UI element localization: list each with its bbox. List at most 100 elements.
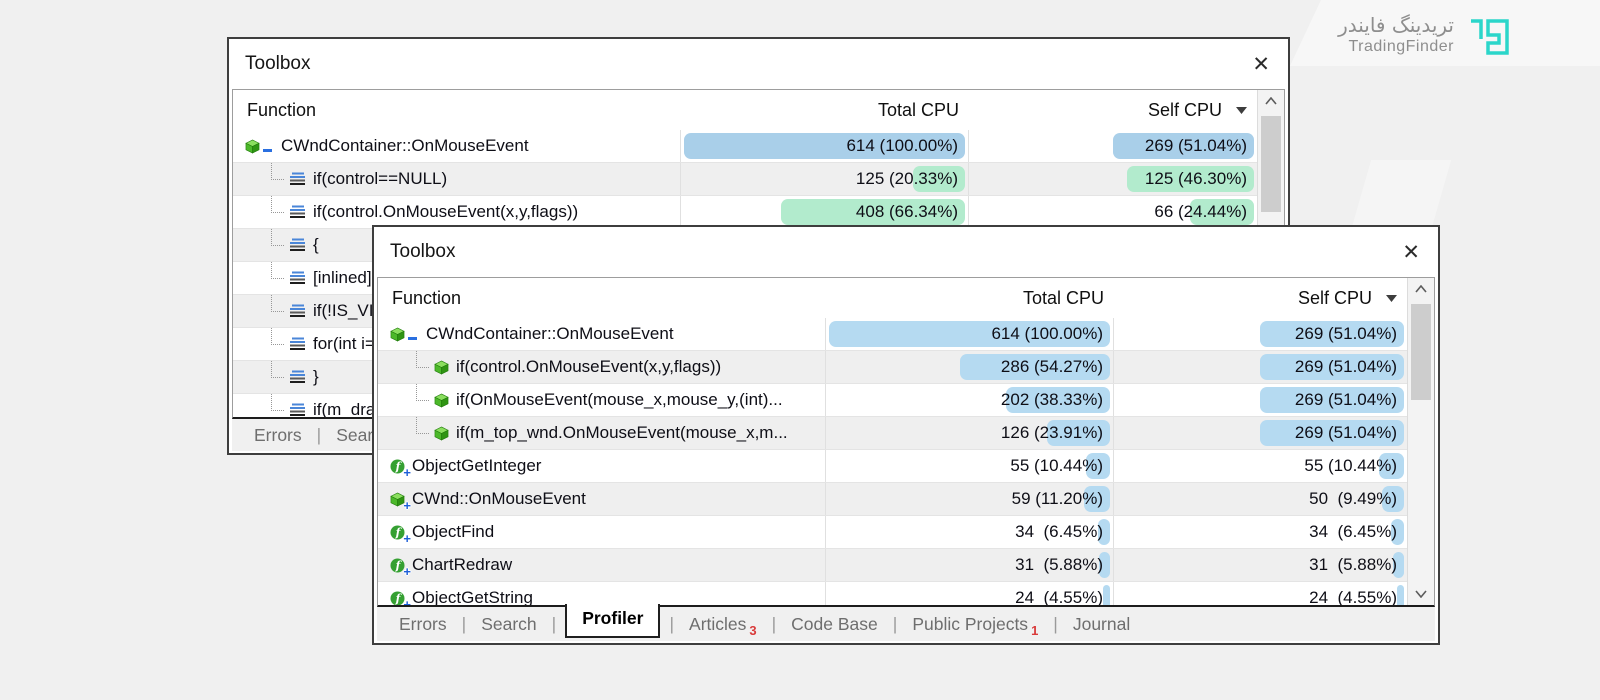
self-cpu-value: 34 (6.45%) (1309, 516, 1397, 548)
underscore-mark-icon (263, 149, 272, 152)
scrollbar-thumb[interactable] (1261, 116, 1281, 212)
function-row[interactable]: +CWnd::OnMouseEvent 59 (11.20%) 50 (9.49%) (378, 483, 1407, 516)
self-cpu-value: 66 (24.44%) (1154, 196, 1247, 228)
column-header-total-cpu[interactable]: Total CPU (826, 288, 1114, 309)
function-row[interactable]: CWndContainer::OnMouseEvent614 (100.00%)… (233, 130, 1257, 163)
function-name-cell: if(OnMouseEvent(mouse_x,mouse_y,(int)... (378, 384, 826, 416)
scroll-down-icon[interactable] (1408, 583, 1434, 605)
self-cpu-value: 125 (46.30%) (1145, 163, 1247, 195)
function-row[interactable]: f+ChartRedraw31 (5.88%)31 (5.88%) (378, 549, 1407, 582)
total-cpu-cell: 125 (20.33%) (681, 163, 969, 195)
tree-connector (416, 384, 429, 401)
column-header-function[interactable]: Function (378, 288, 826, 309)
function-icon: f+ (390, 558, 405, 573)
close-icon[interactable]: ✕ (1252, 54, 1270, 75)
class-icon (434, 360, 449, 375)
function-name: CWndContainer::OnMouseEvent (426, 324, 674, 344)
close-icon[interactable]: ✕ (1402, 242, 1420, 263)
tab-public-projects[interactable]: Public Projects1 (906, 612, 1044, 637)
statement-icon (289, 205, 306, 219)
tab-articles[interactable]: Articles3 (683, 612, 763, 637)
total-cpu-value: 614 (100.00%) (846, 130, 958, 162)
total-cpu-cell: 55 (10.44%) (826, 450, 1114, 482)
self-cpu-cell: 31 (5.88%) (1114, 549, 1407, 581)
self-cpu-value: 55 (10.44%) (1304, 450, 1397, 482)
logo-text-fa: تریدینگ فایندر (1338, 13, 1454, 37)
function-name-cell: if(control.OnMouseEvent(x,y,flags)) (378, 351, 826, 383)
function-icon: f+ (390, 591, 405, 606)
tree-connector (271, 295, 284, 312)
column-header-total-cpu[interactable]: Total CPU (681, 100, 969, 121)
self-cpu-value: 50 (9.49%) (1309, 483, 1397, 515)
total-cpu-cell: 24 (4.55%) (826, 582, 1114, 605)
function-row[interactable]: f+ObjectGetString24 (4.55%)24 (4.55%) (378, 582, 1407, 605)
function-row[interactable]: if(m_top_wnd.OnMouseEvent(mouse_x,m...12… (378, 417, 1407, 450)
plus-overlay-icon: + (403, 532, 411, 545)
function-name-cell: if(control==NULL) (233, 163, 681, 195)
plus-overlay-icon: + (403, 466, 411, 479)
tab-separator: | (317, 425, 322, 446)
window-title: Toolbox (245, 53, 311, 75)
column-header-function[interactable]: Function (233, 100, 681, 121)
function-row[interactable]: f+ObjectGetInteger55 (10.44%)55 (10.44%) (378, 450, 1407, 483)
function-row[interactable]: CWndContainer::OnMouseEvent 614 (100.00%)… (378, 318, 1407, 351)
self-cpu-cell: 269 (51.04%) (1114, 384, 1407, 416)
tree-connector (271, 229, 284, 246)
self-cpu-label: Self CPU (1298, 288, 1372, 309)
scroll-up-icon[interactable] (1258, 90, 1284, 112)
sort-descending-icon (1386, 295, 1397, 302)
function-name-cell: if(control.OnMouseEvent(x,y,flags)) (233, 196, 681, 228)
self-cpu-value: 269 (51.04%) (1295, 417, 1397, 449)
underscore-mark-icon (408, 337, 417, 340)
tab-badge: 1 (1031, 623, 1038, 638)
self-cpu-cell: 24 (4.55%) (1114, 582, 1407, 605)
scrollbar-thumb[interactable] (1411, 304, 1431, 400)
window-title: Toolbox (390, 241, 456, 263)
statement-icon (289, 172, 306, 186)
tree-connector (271, 361, 284, 378)
toolbox-tabbar: Errors|Search|Profiler|Articles3|Code Ba… (377, 607, 1435, 641)
function-row[interactable]: if(OnMouseEvent(mouse_x,mouse_y,(int)...… (378, 384, 1407, 417)
table-header: Function Total CPU Self CPU (378, 278, 1407, 319)
tab-journal[interactable]: Journal (1067, 612, 1136, 637)
total-cpu-value: 59 (11.20%) (1012, 483, 1103, 515)
vertical-scrollbar[interactable] (1407, 278, 1434, 605)
statement-icon (289, 304, 306, 318)
total-cpu-value: 614 (100.00%) (991, 318, 1103, 350)
cpu-usage-bar (1103, 585, 1110, 605)
class-icon (245, 139, 260, 154)
function-row[interactable]: if(control==NULL)125 (20.33%) 125 (46.30%… (233, 163, 1257, 196)
tab-separator: | (669, 614, 674, 635)
function-row[interactable]: if(control.OnMouseEvent(x,y,flags))286 (… (378, 351, 1407, 384)
tab-errors[interactable]: Errors (393, 612, 453, 637)
self-cpu-cell: 50 (9.49%) (1114, 483, 1407, 515)
titlebar: Toolbox ✕ (229, 39, 1288, 89)
tree-connector (271, 163, 284, 180)
tab-separator: | (772, 614, 777, 635)
total-cpu-value: 55 (10.44%) (1010, 450, 1103, 482)
tab-profiler[interactable]: Profiler (565, 604, 660, 638)
column-header-self-cpu[interactable]: Self CPU (969, 100, 1257, 121)
tree-connector (271, 196, 284, 213)
self-cpu-cell: 55 (10.44%) (1114, 450, 1407, 482)
tab-code-base[interactable]: Code Base (785, 612, 884, 637)
function-name: ObjectFind (412, 522, 494, 542)
function-name-cell: CWndContainer::OnMouseEvent (378, 318, 826, 350)
function-name: CWnd::OnMouseEvent (412, 489, 586, 509)
class-icon (390, 327, 405, 342)
total-cpu-cell: 614 (100.00%) (826, 318, 1114, 350)
function-row[interactable]: f+ObjectFind34 (6.45%)34 (6.45%) (378, 516, 1407, 549)
tree-connector (271, 262, 284, 279)
tab-search[interactable]: Search (475, 612, 542, 637)
toolbox-window-front: Toolbox ✕ Function Total CPU Self CPU CW… (372, 225, 1440, 645)
function-name-cell: f+ChartRedraw (378, 549, 826, 581)
function-name-cell: +CWnd::OnMouseEvent (378, 483, 826, 515)
function-name: for(int i= (313, 334, 375, 354)
class-icon (434, 426, 449, 441)
statement-icon (289, 403, 306, 417)
scroll-up-icon[interactable] (1408, 278, 1434, 300)
function-name: } (313, 367, 319, 387)
column-header-self-cpu[interactable]: Self CPU (1114, 288, 1407, 309)
tab-errors[interactable]: Errors (248, 423, 308, 448)
tab-badge: 3 (749, 623, 756, 638)
